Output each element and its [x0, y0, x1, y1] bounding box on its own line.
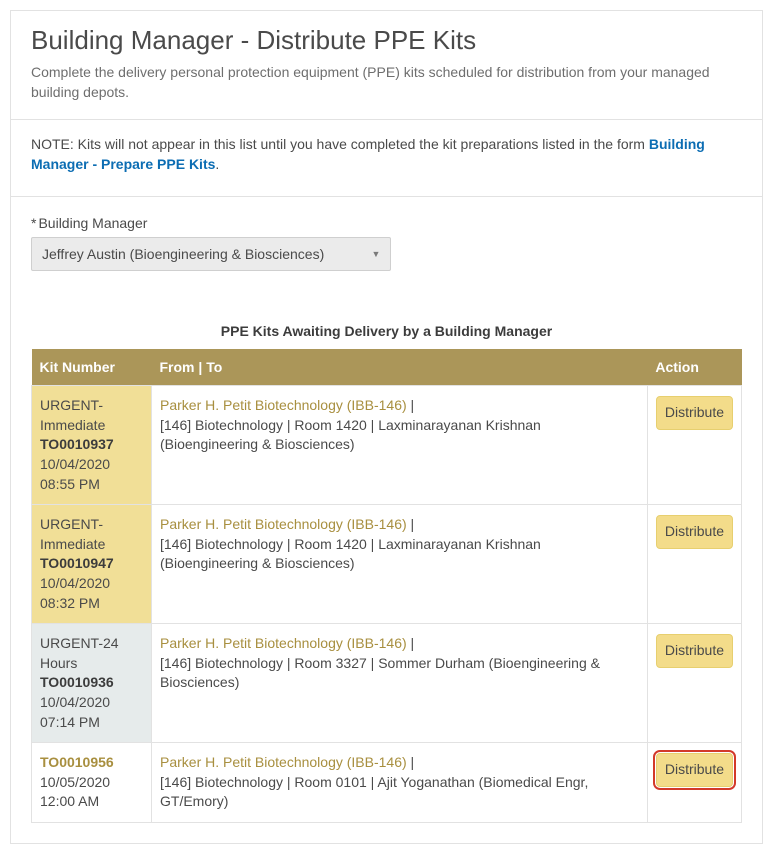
kit-number: TO0010936	[40, 673, 143, 693]
from-building-link[interactable]: Parker H. Petit Biotechnology (IBB-146)	[160, 397, 407, 413]
kit-number-cell: TO001095610/05/2020 12:00 AM	[32, 743, 152, 823]
kit-date: 10/04/2020 08:32 PM	[40, 574, 143, 613]
table-wrap: PPE Kits Awaiting Delivery by a Building…	[11, 283, 762, 843]
chevron-down-icon: ▼	[365, 241, 387, 267]
kit-date: 10/04/2020 07:14 PM	[40, 693, 143, 732]
from-building-link[interactable]: Parker H. Petit Biotechnology (IBB-146)	[160, 635, 407, 651]
controls-section: *Building Manager Jeffrey Austin (Bioeng…	[11, 196, 762, 283]
col-kit-number: Kit Number	[32, 349, 152, 386]
pipe-separator: |	[407, 516, 415, 532]
kits-table: Kit Number From | To Action URGENT-Immed…	[31, 349, 742, 823]
to-location: [146] Biotechnology | Room 1420 | Laxmin…	[160, 535, 639, 574]
building-manager-select-value: Jeffrey Austin (Bioengineering & Bioscie…	[31, 237, 391, 271]
kit-number: TO0010947	[40, 554, 143, 574]
action-cell: Distribute	[647, 505, 741, 624]
table-row: URGENT-24 HoursTO001093610/04/2020 07:14…	[32, 624, 742, 743]
kit-number-cell: URGENT-ImmediateTO001093710/04/2020 08:5…	[32, 386, 152, 505]
table-row: URGENT-ImmediateTO001094710/04/2020 08:3…	[32, 505, 742, 624]
header-section: Building Manager - Distribute PPE Kits C…	[11, 11, 762, 120]
distribute-button[interactable]: Distribute	[656, 515, 733, 549]
pipe-separator: |	[407, 635, 415, 651]
page-title: Building Manager - Distribute PPE Kits	[31, 25, 742, 56]
required-asterisk: *	[31, 215, 36, 231]
building-manager-label: *Building Manager	[31, 215, 742, 231]
action-cell: Distribute	[647, 386, 741, 505]
distribute-button[interactable]: Distribute	[656, 753, 733, 787]
pipe-separator: |	[407, 397, 415, 413]
col-action: Action	[647, 349, 741, 386]
to-location: [146] Biotechnology | Room 3327 | Sommer…	[160, 654, 639, 693]
kit-number-cell: URGENT-24 HoursTO001093610/04/2020 07:14…	[32, 624, 152, 743]
from-to-cell: Parker H. Petit Biotechnology (IBB-146) …	[152, 624, 648, 743]
distribute-button[interactable]: Distribute	[656, 396, 733, 430]
pipe-separator: |	[407, 754, 415, 770]
from-building-link[interactable]: Parker H. Petit Biotechnology (IBB-146)	[160, 516, 407, 532]
building-manager-label-text: Building Manager	[38, 215, 147, 231]
table-caption: PPE Kits Awaiting Delivery by a Building…	[31, 323, 742, 339]
distribute-button[interactable]: Distribute	[656, 634, 733, 668]
from-to-cell: Parker H. Petit Biotechnology (IBB-146) …	[152, 386, 648, 505]
table-row: TO001095610/05/2020 12:00 AMParker H. Pe…	[32, 743, 742, 823]
from-building-link[interactable]: Parker H. Petit Biotechnology (IBB-146)	[160, 754, 407, 770]
page-card: Building Manager - Distribute PPE Kits C…	[10, 10, 763, 844]
col-from-to: From | To	[152, 349, 648, 386]
from-to-cell: Parker H. Petit Biotechnology (IBB-146) …	[152, 743, 648, 823]
kit-number-cell: URGENT-ImmediateTO001094710/04/2020 08:3…	[32, 505, 152, 624]
table-row: URGENT-ImmediateTO001093710/04/2020 08:5…	[32, 386, 742, 505]
note-suffix: .	[215, 156, 219, 172]
table-header-row: Kit Number From | To Action	[32, 349, 742, 386]
action-cell: Distribute	[647, 743, 741, 823]
note-prefix: NOTE: Kits will not appear in this list …	[31, 136, 649, 152]
kit-urgency: URGENT-24 Hours	[40, 634, 143, 673]
kit-date: 10/04/2020 08:55 PM	[40, 455, 143, 494]
page-subtitle: Complete the delivery personal protectio…	[31, 62, 742, 103]
note-section: NOTE: Kits will not appear in this list …	[11, 120, 762, 197]
from-to-cell: Parker H. Petit Biotechnology (IBB-146) …	[152, 505, 648, 624]
kit-urgency: URGENT-Immediate	[40, 515, 143, 554]
kit-number: TO0010937	[40, 435, 143, 455]
building-manager-select[interactable]: Jeffrey Austin (Bioengineering & Bioscie…	[31, 237, 391, 271]
action-cell: Distribute	[647, 624, 741, 743]
kit-number[interactable]: TO0010956	[40, 753, 143, 773]
kit-date: 10/05/2020 12:00 AM	[40, 773, 143, 812]
kit-urgency: URGENT-Immediate	[40, 396, 143, 435]
to-location: [146] Biotechnology | Room 0101 | Ajit Y…	[160, 773, 639, 812]
to-location: [146] Biotechnology | Room 1420 | Laxmin…	[160, 416, 639, 455]
